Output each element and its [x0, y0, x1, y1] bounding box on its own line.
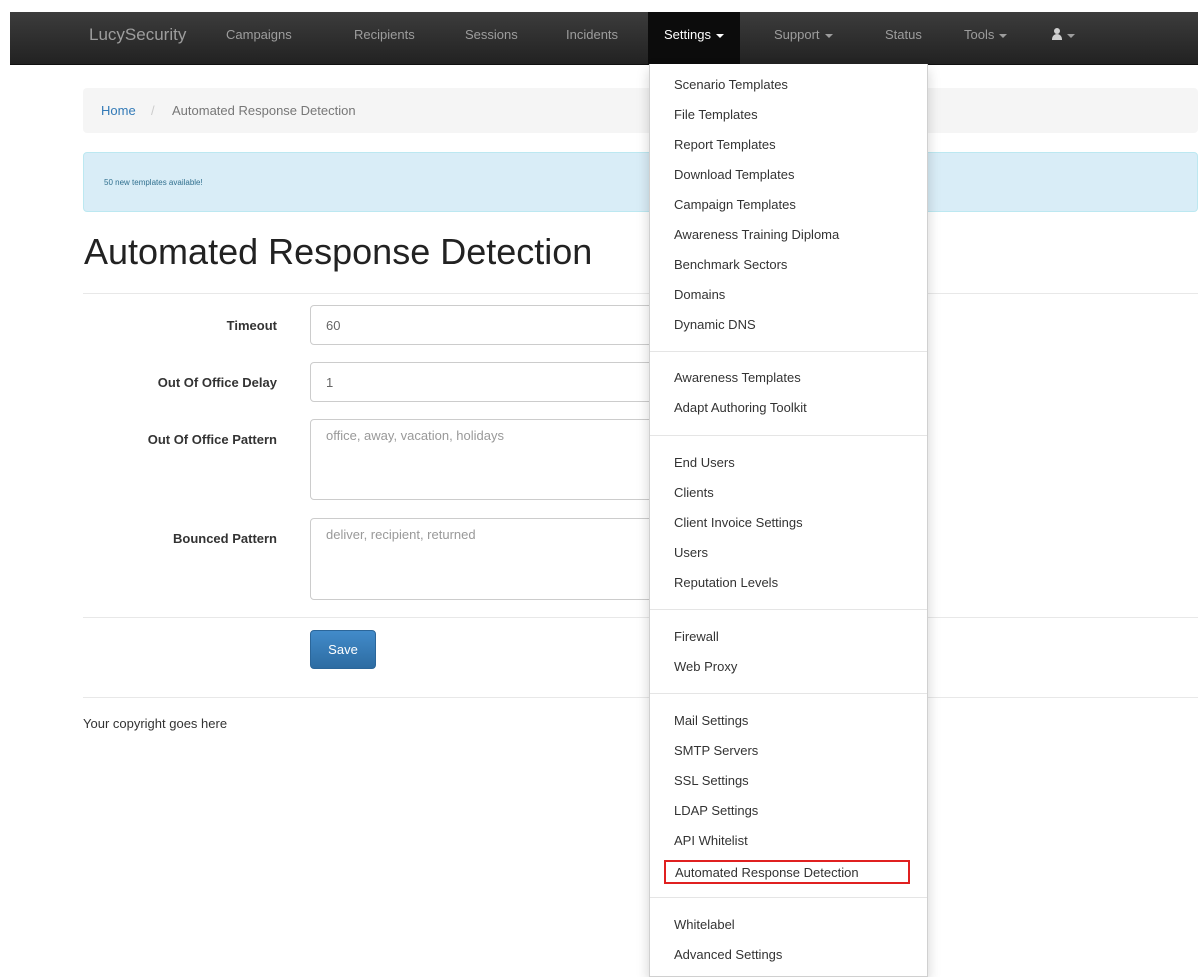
breadcrumb-separator: /: [151, 103, 155, 118]
timeout-label: Timeout: [226, 318, 277, 333]
divider: [83, 697, 1198, 698]
menu-item-file-templates[interactable]: File Templates: [674, 107, 758, 123]
menu-divider: [650, 609, 927, 610]
caret-down-icon: [999, 33, 1008, 38]
menu-item-scenario-templates[interactable]: Scenario Templates: [674, 77, 788, 93]
menu-item-advanced-settings[interactable]: Advanced Settings: [674, 947, 782, 963]
nav-support-label: Support: [774, 27, 820, 42]
save-button[interactable]: Save: [310, 630, 376, 669]
menu-item-awareness-templates[interactable]: Awareness Templates: [674, 370, 801, 386]
nav-settings-label: Settings: [664, 27, 711, 42]
ooo-delay-label: Out Of Office Delay: [157, 375, 277, 390]
bounced-pattern-label: Bounced Pattern: [172, 531, 277, 546]
nav-settings[interactable]: Settings: [648, 12, 740, 64]
menu-item-reputation-levels[interactable]: Reputation Levels: [674, 575, 778, 591]
menu-item-users[interactable]: Users: [674, 545, 708, 561]
menu-item-end-users[interactable]: End Users: [674, 455, 735, 471]
settings-dropdown-menu: Scenario Templates File Templates Report…: [649, 64, 928, 977]
menu-item-dynamic-dns[interactable]: Dynamic DNS: [674, 317, 756, 333]
menu-divider: [650, 435, 927, 436]
menu-item-clients[interactable]: Clients: [674, 485, 714, 501]
menu-divider: [650, 897, 927, 898]
top-navbar: LucySecurity Campaigns Recipients Sessio…: [10, 12, 1198, 65]
menu-item-client-invoice-settings[interactable]: Client Invoice Settings: [674, 515, 803, 531]
menu-item-firewall[interactable]: Firewall: [674, 629, 719, 645]
nav-campaigns[interactable]: Campaigns: [226, 12, 292, 64]
menu-item-web-proxy[interactable]: Web Proxy: [674, 659, 737, 675]
nav-tools[interactable]: Tools: [964, 12, 1008, 64]
breadcrumb-current: Automated Response Detection: [172, 103, 356, 118]
menu-divider: [650, 351, 927, 352]
menu-item-campaign-templates[interactable]: Campaign Templates: [674, 197, 796, 213]
menu-item-report-templates[interactable]: Report Templates: [674, 137, 776, 153]
menu-item-smtp-servers[interactable]: SMTP Servers: [674, 743, 758, 759]
nav-sessions[interactable]: Sessions: [465, 12, 518, 64]
menu-item-benchmark-sectors[interactable]: Benchmark Sectors: [674, 257, 787, 273]
user-icon: [1052, 28, 1062, 41]
menu-item-whitelabel[interactable]: Whitelabel: [674, 917, 735, 933]
nav-support[interactable]: Support: [774, 12, 833, 64]
menu-item-mail-settings[interactable]: Mail Settings: [674, 713, 748, 729]
alert-text: 50 new templates available!: [104, 178, 203, 187]
nav-tools-label: Tools: [964, 27, 995, 42]
nav-user-menu[interactable]: [1052, 12, 1075, 64]
menu-item-awareness-training-diploma[interactable]: Awareness Training Diploma: [674, 227, 839, 243]
menu-divider: [650, 693, 927, 694]
menu-item-ldap-settings[interactable]: LDAP Settings: [674, 803, 758, 819]
nav-recipients[interactable]: Recipients: [354, 12, 415, 64]
brand-logo[interactable]: LucySecurity: [89, 12, 186, 64]
caret-down-icon: [715, 33, 724, 38]
divider: [83, 617, 1198, 618]
nav-status[interactable]: Status: [885, 12, 922, 64]
caret-down-icon: [1067, 33, 1075, 38]
footer-copyright: Your copyright goes here: [83, 716, 228, 731]
info-alert: 50 new templates available!: [83, 152, 1198, 212]
menu-item-automated-response-detection[interactable]: Automated Response Detection: [664, 860, 910, 884]
menu-item-api-whitelist[interactable]: API Whitelist: [674, 833, 748, 849]
menu-item-download-templates[interactable]: Download Templates: [674, 167, 794, 183]
ooo-pattern-label: Out Of Office Pattern: [147, 432, 277, 447]
caret-down-icon: [824, 33, 833, 38]
nav-incidents[interactable]: Incidents: [566, 12, 618, 64]
menu-item-ssl-settings[interactable]: SSL Settings: [674, 773, 749, 789]
menu-item-domains[interactable]: Domains: [674, 287, 725, 303]
menu-item-adapt-authoring-toolkit[interactable]: Adapt Authoring Toolkit: [674, 400, 807, 416]
breadcrumb: Home / Automated Response Detection: [83, 88, 1198, 133]
page-title: Automated Response Detection: [84, 231, 593, 272]
divider: [83, 293, 1198, 294]
breadcrumb-home-link[interactable]: Home: [101, 88, 136, 133]
